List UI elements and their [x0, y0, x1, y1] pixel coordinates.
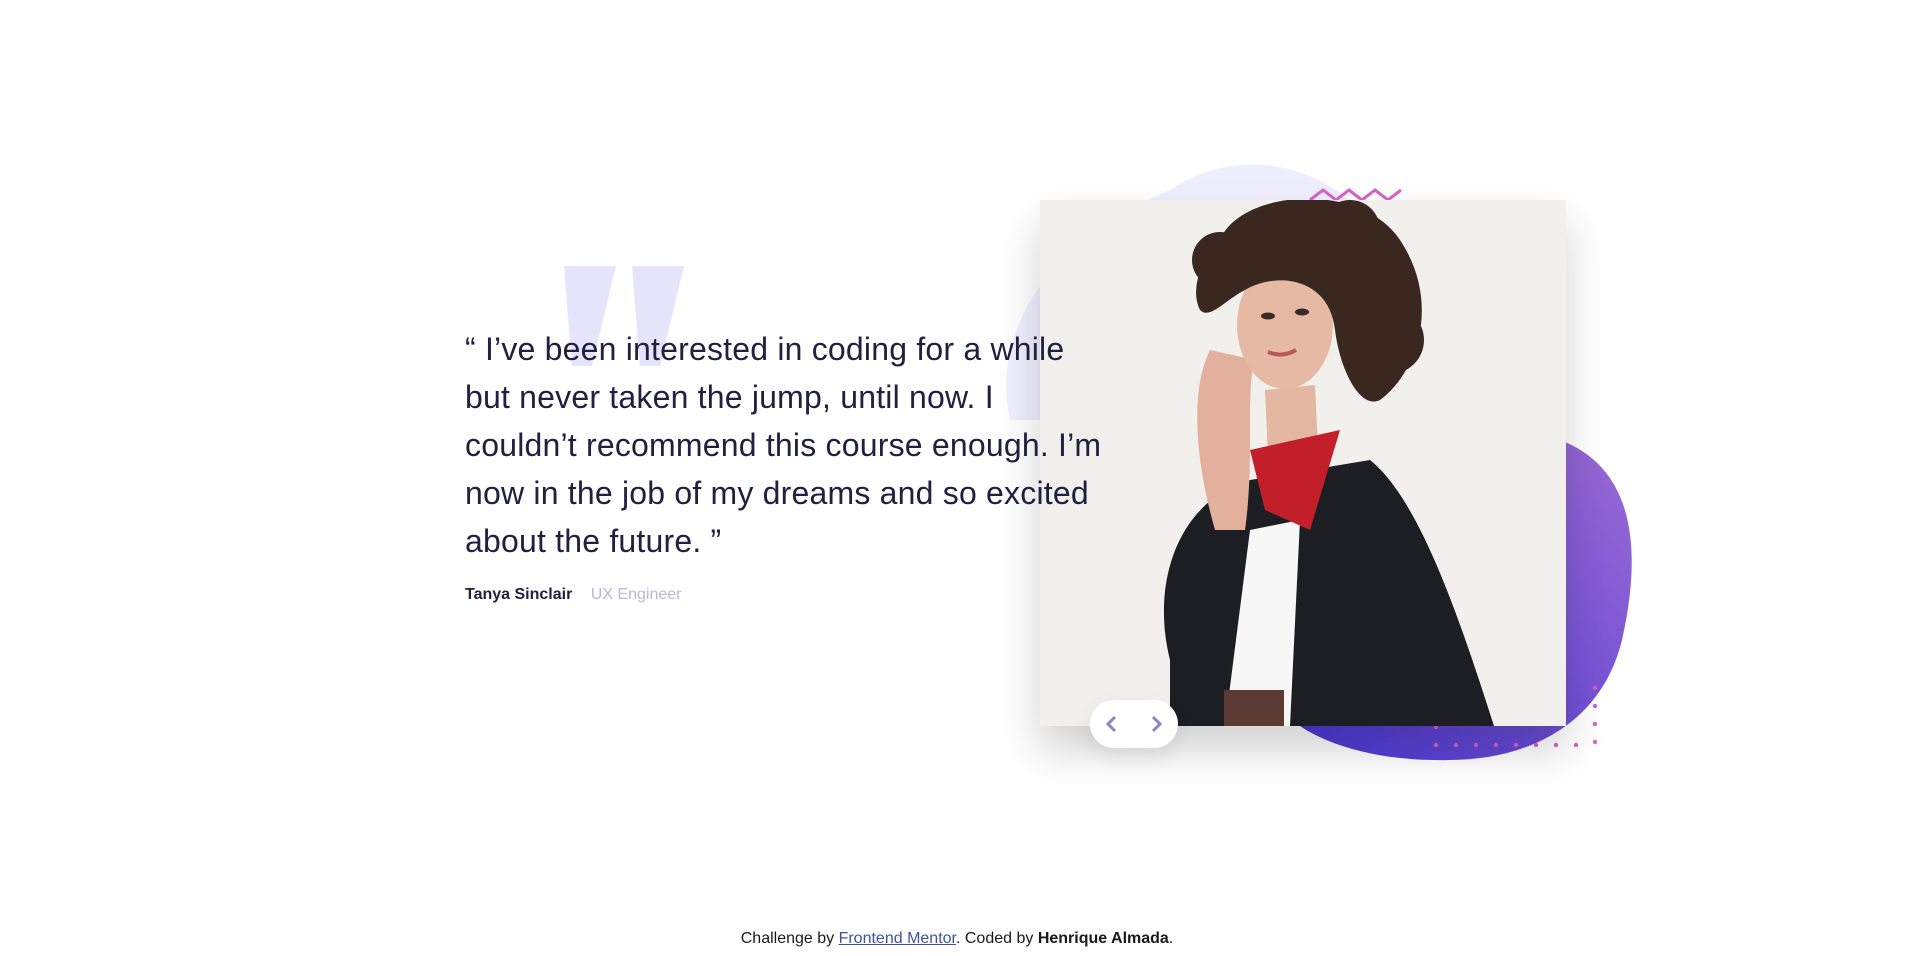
chevron-left-icon	[1105, 715, 1117, 733]
footer-middle: . Coded by	[955, 930, 1038, 947]
frontend-mentor-link[interactable]: Frontend Mentor	[839, 930, 956, 947]
next-button[interactable]	[1140, 708, 1172, 740]
portrait-photo	[1040, 200, 1566, 726]
testimonial-page: “ I’ve been interested in coding for a w…	[0, 0, 1914, 956]
footer-author: Henrique Almada	[1037, 930, 1169, 947]
footer-prefix: Challenge by	[740, 930, 839, 947]
author-role: UX Engineer	[590, 586, 682, 603]
testimonial-quote: “ I’ve been interested in coding for a w…	[465, 331, 1102, 559]
testimonial-block: “ I’ve been interested in coding for a w…	[465, 325, 1105, 605]
footer-suffix: .	[1168, 930, 1174, 947]
author-name: Tanya Sinclair	[465, 586, 573, 603]
attribution-footer: Challenge by Frontend Mentor. Coded by H…	[0, 930, 1914, 948]
chevron-right-icon	[1151, 715, 1163, 733]
previous-button[interactable]	[1096, 708, 1128, 740]
slider-navigation	[1090, 700, 1178, 748]
author-line: Tanya Sinclair UX Engineer	[465, 585, 1105, 605]
